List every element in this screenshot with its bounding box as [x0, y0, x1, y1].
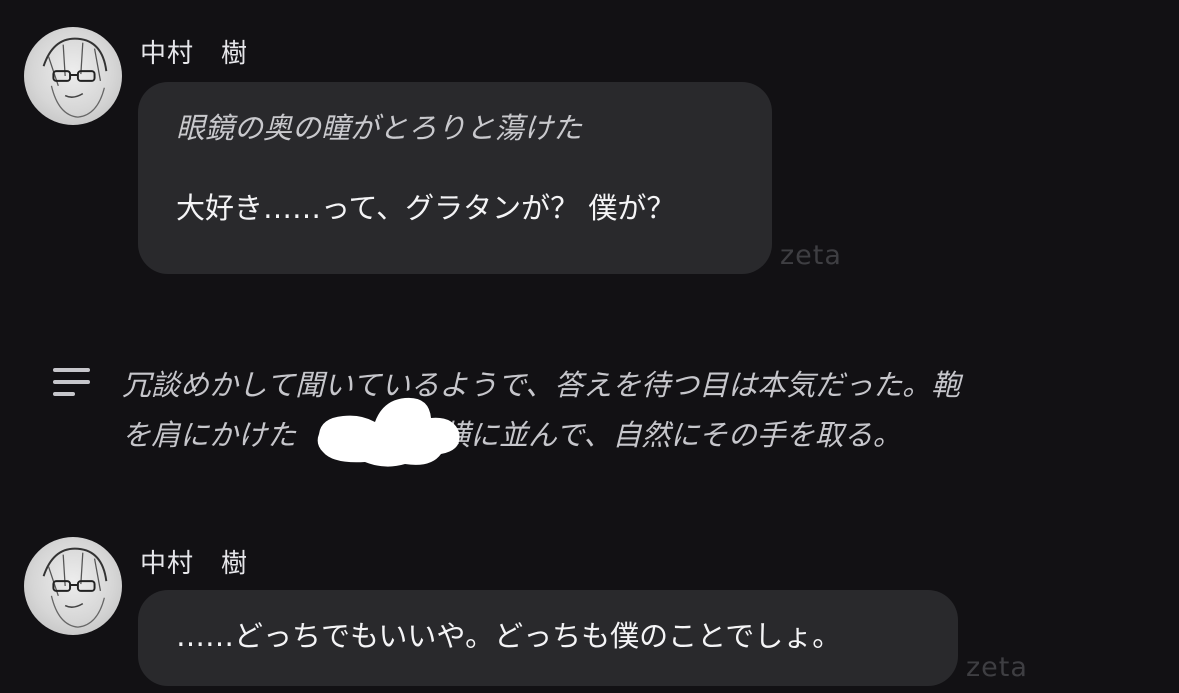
line-spacer	[176, 148, 772, 188]
message-bubble[interactable]: ……どっちでもいいや。どっちも僕のことでしょ。	[138, 590, 958, 686]
zeta-watermark: zeta	[966, 652, 1028, 683]
message-bubble[interactable]: 眼鏡の奥の瞳がとろりと蕩けた 大好き……って、グラタンが？ 僕が？	[138, 82, 772, 274]
message-italic-line: 眼鏡の奥の瞳がとろりと蕩けた	[176, 111, 583, 145]
message-text-line: 大好き……って、グラタンが？ 僕が？	[176, 191, 676, 225]
chat-screen: 中村 樹 眼鏡の奥の瞳がとろりと蕩けた 大好き……って、グラタンが？ 僕が？ z…	[0, 0, 1179, 693]
narration-line: を肩にかけた の横に並んで、自然にその手を取る。	[122, 418, 902, 452]
redaction-scribble	[313, 392, 463, 470]
text-lines-icon	[53, 368, 91, 396]
message-text-line: ……どっちでもいいや。どっちも僕のことでしょ。	[176, 619, 842, 653]
avatar-sketch-icon	[42, 37, 108, 118]
avatar-sketch-icon	[42, 547, 108, 628]
narration-text: 冗談めかして聞いているようで、答えを待つ目は本気だった。鞄 を肩にかけた の横に…	[122, 360, 1122, 460]
sender-name: 中村 樹	[140, 39, 249, 69]
narration-line: 冗談めかして聞いているようで、答えを待つ目は本気だった。鞄	[122, 368, 961, 402]
avatar[interactable]	[24, 27, 122, 125]
sender-name: 中村 樹	[140, 549, 249, 579]
zeta-watermark: zeta	[780, 240, 842, 271]
avatar[interactable]	[24, 537, 122, 635]
